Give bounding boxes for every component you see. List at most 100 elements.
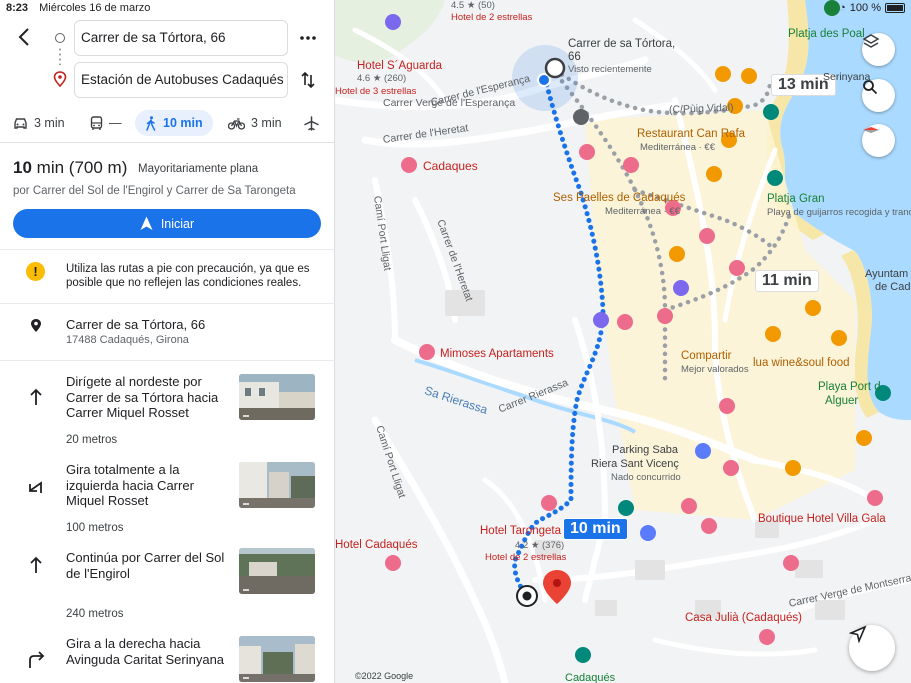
step-instruction: Continúa por Carrer del Sol de l'Engirol (66, 550, 225, 581)
layers-button[interactable] (862, 33, 895, 66)
mode-bike-label: 3 min (251, 116, 282, 130)
walking-warning: Utiliza las rutas a pie con precaución, … (66, 263, 310, 289)
mode-transit-label: — (109, 116, 122, 130)
poi-hotel-cadaques[interactable]: Hotel Cadaqués (335, 539, 417, 551)
poi-hotel-tarongeta[interactable]: Hotel Tarongeta (480, 525, 561, 537)
plane-icon (304, 115, 319, 131)
status-time: 8:23 (6, 2, 29, 14)
mode-flight[interactable] (304, 110, 319, 136)
compass-button[interactable] (862, 124, 895, 157)
battery-icon (885, 3, 905, 13)
poi-parking-saba[interactable]: Parking Saba (612, 444, 678, 456)
more-dots-icon (300, 36, 316, 40)
route-duration: 10 min (700 m) (13, 158, 127, 178)
alt-route-11-min-label[interactable]: 11 min (755, 270, 819, 292)
walk-icon (146, 115, 156, 131)
map-view[interactable]: ◔ 100 % 13 min 11 min 10 min 4.5 ★ (50) … (335, 0, 911, 683)
swap-button[interactable] (298, 70, 318, 90)
back-arrow-icon (18, 28, 29, 46)
poi-ayuntamiento: Ayuntam (865, 268, 909, 280)
app-window: 8:23 Miércoles 16 de marzo Carrer de sa … (0, 0, 911, 683)
poi-ayuntamiento-2: de Cadac (875, 281, 911, 293)
status-bar-right: ◔ 100 % (839, 2, 905, 14)
destination-input[interactable]: Estación de Autobuses Cadaqués (74, 62, 288, 98)
poi-casa-julia[interactable]: Casa Julià (Cadaqués) (685, 612, 802, 624)
poi-cadaques[interactable]: Cadaques (423, 159, 478, 173)
poi-compartir[interactable]: Compartir (681, 350, 731, 362)
origin-place-number: 66 (568, 51, 581, 63)
mode-car[interactable]: 3 min (13, 110, 65, 136)
tarongeta-type: Hotel de 2 estrellas (485, 552, 567, 563)
poi-serinyana: Serinyana (823, 71, 871, 83)
wifi-icon: ◔ (839, 2, 846, 14)
poi-villa-gala[interactable]: Boutique Hotel Villa Gala (758, 513, 886, 525)
my-location-button[interactable] (849, 625, 895, 671)
route-distance: (700 m) (68, 158, 128, 177)
tarongeta-rating: 4.2 ★ (376) (515, 540, 565, 551)
duration-unit: min (36, 158, 65, 177)
step-instruction: Dirígete al nordeste por Carrer de sa Tó… (66, 374, 219, 420)
duration-value: 10 (13, 158, 32, 177)
battery-percent: 100 % (849, 2, 881, 14)
mode-walk[interactable]: 10 min (135, 110, 213, 136)
poi-platja-des-poal[interactable]: Platja des Poal (788, 28, 865, 40)
poi-lua[interactable]: lua wine&soul food (753, 357, 850, 369)
mode-car-label: 3 min (34, 116, 65, 130)
start-navigation-button[interactable]: Iniciar (13, 209, 321, 238)
current-location-dot (537, 73, 551, 87)
warning-icon: ! (26, 262, 45, 281)
route-via: por Carrer del Sol de l'Engirol y Carrer… (13, 185, 296, 197)
route-terrain: Mayoritariamente plana (138, 163, 259, 175)
travel-modes: 3 min — 10 min 3 min (0, 108, 334, 140)
modes-divider (0, 142, 334, 143)
street-view-thumbnail[interactable] (239, 636, 315, 682)
origin-locality: 17488 Cadaqués, Girona (66, 334, 189, 346)
compartir-type: Mejor valorados (681, 364, 749, 375)
street-view-thumbnail[interactable] (239, 374, 315, 420)
street-view-image (239, 462, 315, 508)
poi-hotel-saguarda[interactable]: Hotel S´Aguarda (357, 60, 442, 72)
more-options-button[interactable] (298, 28, 318, 48)
step-instruction: Gira a la derecha hacia Avinguda Caritat… (66, 636, 225, 667)
location-arrow-icon (849, 625, 867, 643)
poi-ses-paelles[interactable]: Ses Paelles de Cadaqués (553, 192, 685, 204)
divider (0, 303, 334, 304)
road-label-puig-vidal: (C/Pùig Vidal) (668, 101, 734, 116)
riera-type: Nado concurrido (611, 472, 681, 483)
street-view-thumbnail[interactable] (239, 462, 315, 508)
route-start-center (522, 591, 532, 601)
origin-dot-icon (55, 33, 65, 43)
poi-riera-sant-vicenc[interactable]: Riera Sant Vicenç (591, 458, 679, 470)
poi-port-alguer[interactable]: Playa Port d (818, 381, 881, 393)
destination-pin-icon (53, 71, 67, 87)
hotel-rating: 4.5 ★ (50) (451, 0, 495, 11)
bike-icon (228, 117, 245, 130)
mode-bike[interactable]: 3 min (228, 110, 282, 136)
divider (0, 249, 334, 250)
origin-pin-icon (31, 319, 41, 332)
saguarda-rating: 4.6 ★ (260) (357, 73, 407, 84)
selected-route-label[interactable]: 10 min (563, 518, 628, 540)
status-bar-left: 8:23 Miércoles 16 de marzo (6, 2, 150, 14)
origin-address: Carrer de sa Tórtora, 66 (66, 317, 206, 332)
search-button[interactable] (862, 79, 895, 112)
step-distance: 20 metros (66, 434, 118, 446)
arrow-up-icon (30, 388, 42, 405)
route-origin-marker (544, 57, 566, 79)
poi-platja-gran[interactable]: Platja Gran (767, 193, 825, 205)
compass-icon (863, 127, 879, 133)
poi-can-rafa[interactable]: Restaurant Can Rafa (637, 128, 745, 140)
ses-paelles-type: Mediterránea · €€ (605, 206, 680, 217)
poi-mimoses[interactable]: Mimoses Apartaments (440, 348, 554, 360)
step-distance: 240 metros (66, 608, 124, 620)
origin-input[interactable]: Carrer de sa Tórtora, 66 (74, 20, 288, 56)
mode-transit[interactable]: — (90, 110, 122, 136)
street-view-thumbnail[interactable] (239, 548, 315, 594)
green-area (335, 0, 445, 63)
poi-port-alguer-2: Alguer (825, 395, 859, 407)
back-button[interactable] (14, 26, 36, 48)
step-instruction: Gira totalmente a la izquierda hacia Car… (66, 462, 194, 508)
mode-walk-label: 10 min (163, 116, 203, 130)
divider (0, 360, 334, 361)
saguarda-type: Hotel de 3 estrellas (335, 86, 417, 97)
